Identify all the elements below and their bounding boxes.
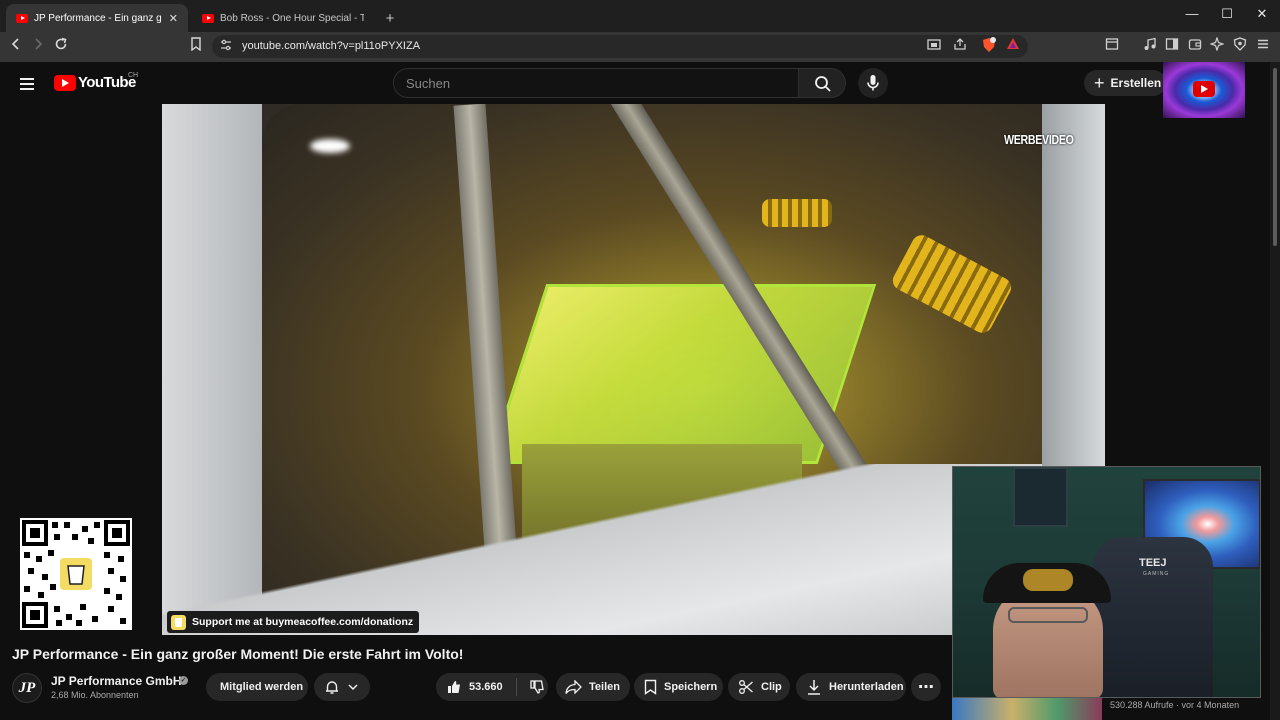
join-button[interactable]: Mitglied werden — [206, 673, 308, 701]
hamburger-menu-icon[interactable] — [20, 75, 34, 93]
donation-qr-code — [20, 518, 132, 630]
leo-icon[interactable] — [1208, 36, 1226, 55]
recommended-thumbnail-strip[interactable] — [952, 698, 1102, 720]
channel-name[interactable]: JP Performance GmbH — [51, 674, 182, 688]
cap-logo — [1023, 569, 1073, 591]
create-label: Erstellen — [1110, 76, 1162, 90]
like-count[interactable]: 53.660 — [469, 681, 503, 693]
brave-shields-icon[interactable] — [980, 37, 998, 57]
streamer-webcam-overlay: TEEJ GAMING — [952, 466, 1261, 698]
notification-bell-button[interactable] — [314, 673, 370, 701]
channel-avatar[interactable]: JP — [12, 673, 42, 703]
forward-icon[interactable] — [29, 37, 47, 55]
share-arrow-icon — [565, 680, 582, 694]
create-button[interactable]: + Erstellen — [1084, 70, 1166, 96]
coilover-shock-small — [762, 199, 832, 227]
download-label: Herunterladen — [829, 681, 904, 693]
reload-icon[interactable] — [52, 37, 70, 55]
tab-jp-performance[interactable]: JP Performance - Ein ganz großer Moment!… — [6, 4, 188, 32]
search-input[interactable] — [406, 75, 786, 92]
like-divider — [515, 678, 517, 696]
video-title: JP Performance - Ein ganz großer Moment!… — [12, 646, 464, 662]
vpn-icon[interactable] — [1231, 37, 1249, 55]
chair-logo-text: TEEJ — [1139, 557, 1167, 569]
download-icon — [808, 680, 820, 695]
save-bookmark-icon — [644, 679, 657, 695]
minimize-button[interactable]: — — [1182, 6, 1202, 21]
tab-bob-ross[interactable]: Bob Ross - One Hour Special - The Grand … — [192, 4, 374, 32]
download-button[interactable]: Herunterladen — [796, 673, 906, 701]
tab-search-icon[interactable] — [1103, 37, 1121, 55]
thumbs-up-icon[interactable] — [446, 679, 462, 695]
streamer-eye-overlay — [1163, 62, 1245, 118]
car-pillar-right — [1042, 104, 1105, 504]
sidebar-icon[interactable] — [1163, 37, 1181, 55]
bookmark-icon[interactable] — [187, 37, 205, 55]
youtube-logo-icon[interactable] — [54, 75, 76, 91]
clip-button[interactable]: Clip — [728, 673, 790, 701]
url-text[interactable]: youtube.com/watch?v=pl11oPYXIZA — [242, 40, 420, 52]
youtube-favicon-icon — [16, 13, 28, 23]
youtube-play-icon — [1193, 81, 1215, 97]
save-button[interactable]: Speichern — [634, 673, 723, 701]
browser-tab-bar: JP Performance - Ein ganz großer Moment!… — [0, 0, 1280, 32]
share-label: Teilen — [589, 681, 620, 693]
clip-label: Clip — [761, 681, 782, 693]
country-code: CH — [128, 72, 139, 79]
maximize-button[interactable]: ☐ — [1217, 6, 1237, 22]
site-settings-icon[interactable] — [217, 37, 235, 55]
thumbs-down-icon[interactable] — [529, 679, 545, 695]
view-count-date: 530.288 Aufrufe · vor 4 Monaten — [1110, 700, 1240, 710]
coffee-cup-icon — [171, 614, 186, 630]
search-button[interactable] — [798, 68, 846, 98]
webcam-poster — [1013, 467, 1068, 527]
microphone-icon — [867, 75, 879, 91]
tab-title: Bob Ross - One Hour Special - The Grand … — [220, 12, 364, 24]
page-scrollbar[interactable] — [1270, 62, 1280, 720]
share-button[interactable]: Teilen — [556, 673, 630, 701]
cast-icon[interactable] — [925, 37, 943, 55]
scissors-icon — [739, 680, 753, 694]
streamer-glasses — [1008, 607, 1088, 623]
close-window-button[interactable]: ✕ — [1252, 6, 1272, 22]
tab-title: JP Performance - Ein ganz großer Moment! — [34, 12, 161, 24]
chevron-down-icon — [348, 684, 358, 691]
save-label: Speichern — [664, 681, 718, 693]
chair-logo-subtext: GAMING — [1143, 571, 1170, 577]
menu-icon[interactable] — [1254, 37, 1272, 55]
subscriber-count: 2,68 Mio. Abonnenten — [51, 690, 139, 700]
verified-check-icon: ✓ — [179, 676, 188, 685]
search-icon — [815, 76, 831, 92]
like-dislike-group: 53.660 — [436, 673, 548, 701]
back-icon[interactable] — [7, 37, 25, 55]
donation-banner[interactable]: Support me at buymeacoffee.com/donationz — [167, 611, 419, 633]
new-tab-button[interactable]: + — [378, 4, 402, 32]
share-icon[interactable] — [951, 37, 969, 55]
scrollbar-thumb[interactable] — [1273, 68, 1277, 246]
media-icon[interactable] — [1141, 37, 1159, 55]
close-tab-icon[interactable]: ✕ — [169, 12, 178, 25]
wallet-icon[interactable] — [1186, 37, 1204, 55]
youtube-favicon-icon — [202, 13, 214, 23]
light-reflection — [310, 139, 350, 153]
more-actions-button[interactable]: ⋯ — [911, 673, 941, 701]
donation-text: Support me at buymeacoffee.com/donationz — [192, 616, 414, 628]
search-box[interactable] — [393, 68, 799, 98]
ad-label: WERBEVIDEO — [1004, 132, 1074, 147]
voice-search-button[interactable] — [858, 68, 888, 98]
bell-icon — [326, 681, 338, 694]
plus-icon: + — [1094, 73, 1105, 93]
rewards-icon[interactable] — [1004, 37, 1022, 55]
join-label: Mitglied werden — [220, 681, 304, 693]
